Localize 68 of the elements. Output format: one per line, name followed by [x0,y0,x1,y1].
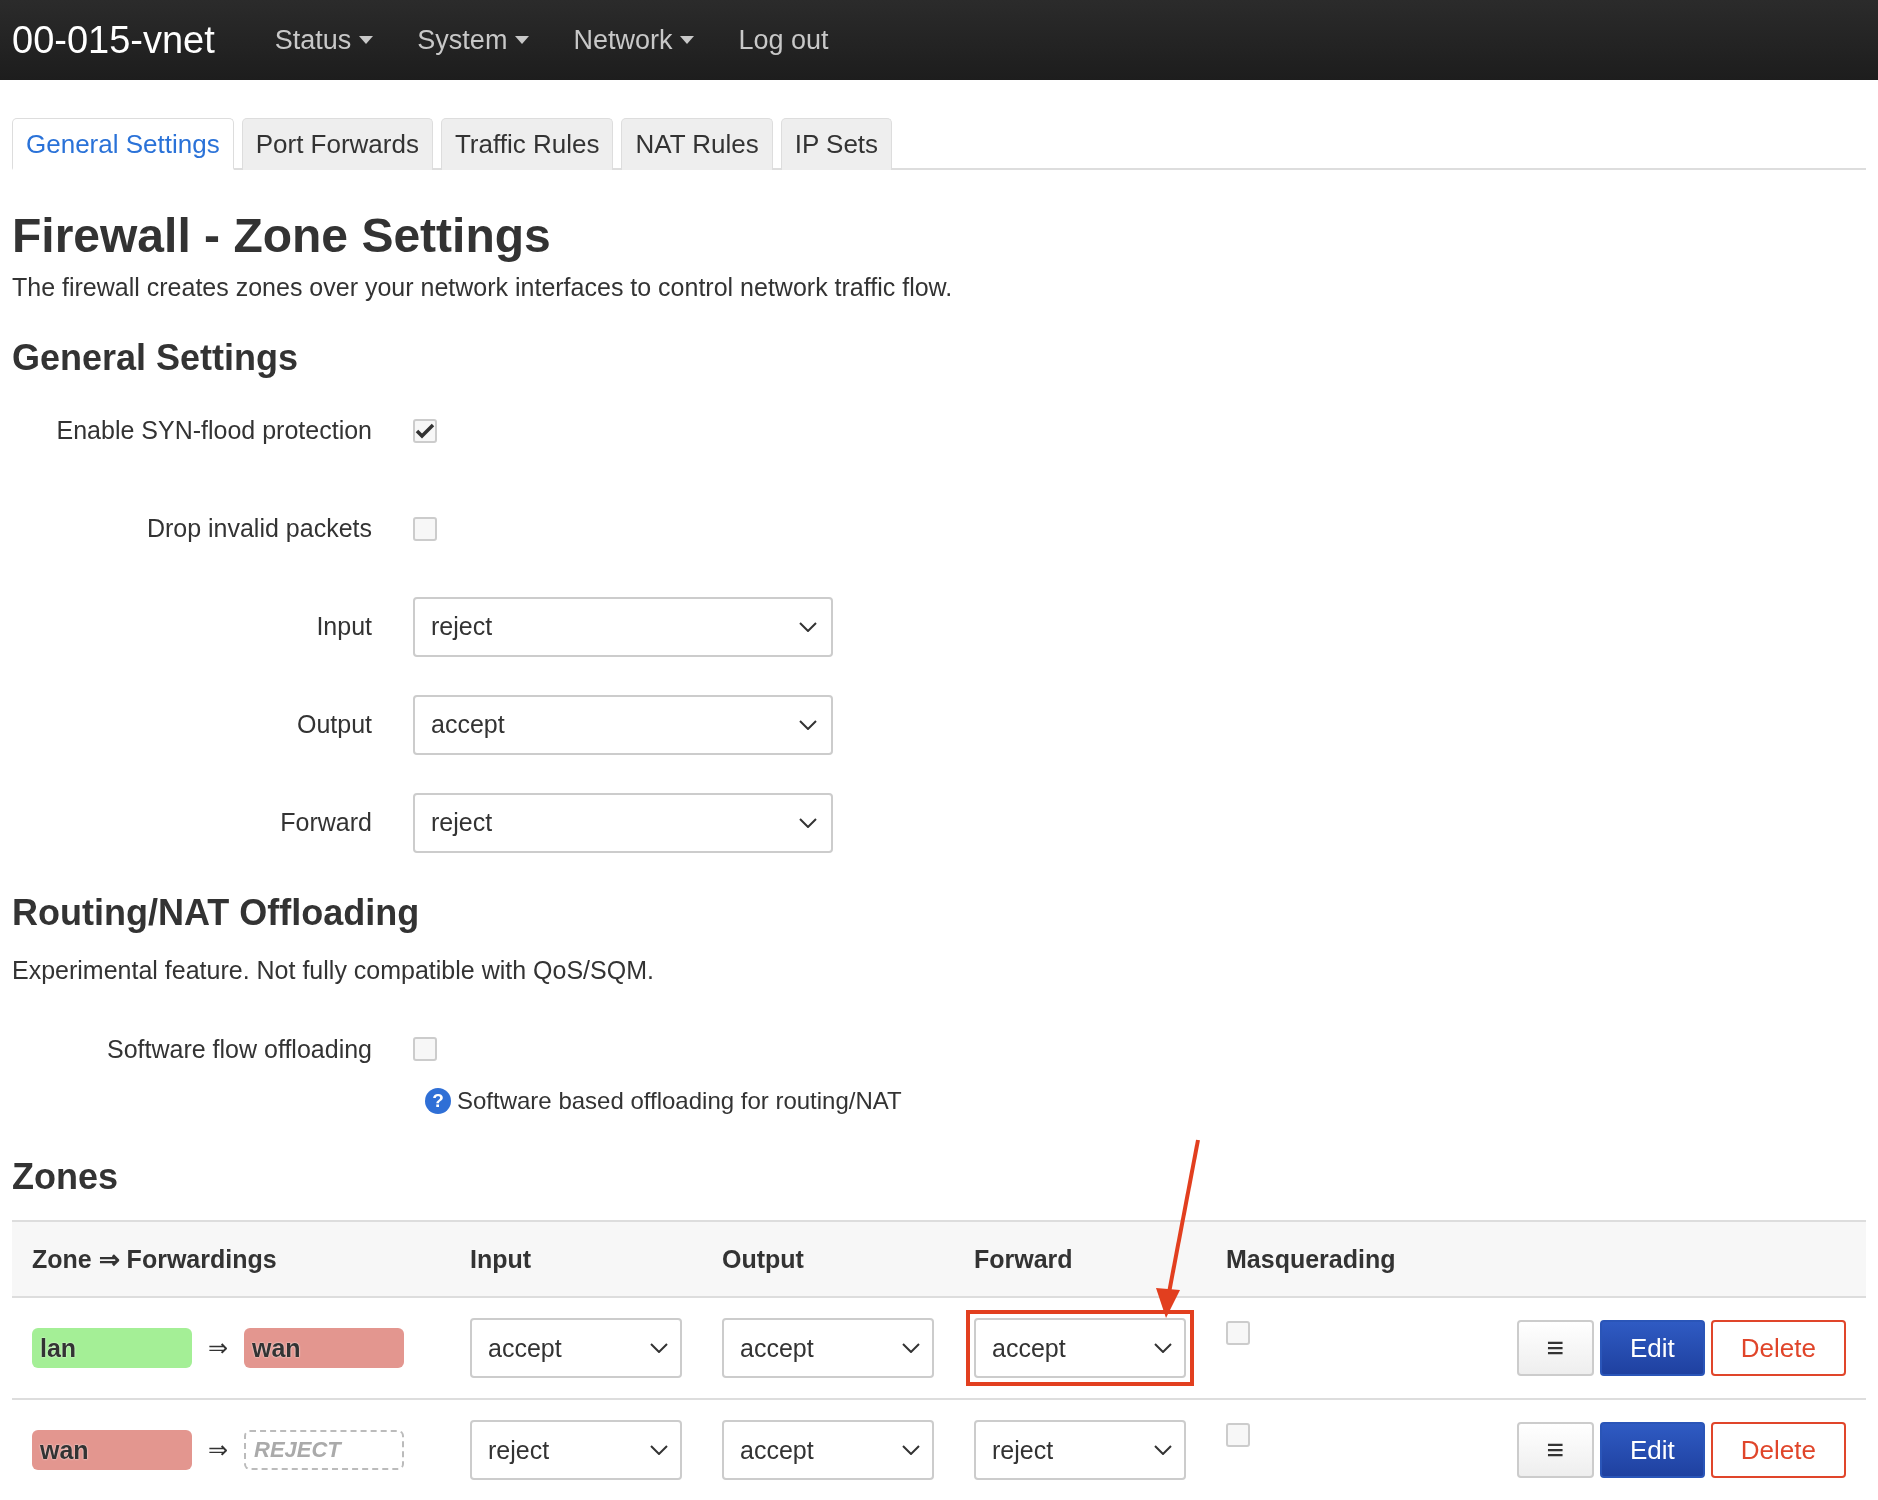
brand-name[interactable]: 00-015-vnet [12,18,215,62]
column-header: Input [469,1244,533,1274]
caret-icon [515,36,530,44]
chevron-down-icon [650,1343,668,1354]
nav-menu-item[interactable]: Log out [738,24,829,56]
field-label: Forward [279,808,372,838]
select-field[interactable]: reject [413,597,833,657]
chevron-down-icon [799,818,817,828]
policy-badge: REJECT [244,1430,404,1471]
tab[interactable]: General Settings [12,118,234,170]
section-heading: Zones [12,1155,119,1199]
select-field[interactable]: accept [470,1318,682,1379]
chevron-down-icon [902,1445,920,1456]
section-heading: Routing/NAT Offloading [12,891,421,935]
field-label: Drop invalid packets [145,514,372,544]
help-icon: ? [425,1088,451,1115]
column-header: Forward [973,1244,1074,1274]
chevron-down-icon [799,720,817,730]
page-title: Firewall - Zone Settings [12,210,552,263]
forward-arrow: ⇒ [208,1334,228,1363]
delete-button[interactable]: Delete [1710,1320,1846,1377]
chevron-down-icon [650,1445,668,1456]
field-label: Enable SYN-flood protection [55,416,372,446]
checkbox[interactable] [413,1037,437,1062]
caret-icon [680,36,695,44]
nav-menu-item[interactable]: Status [274,24,374,56]
section-heading: General Settings [12,335,300,379]
select-field[interactable]: accept [722,1318,934,1379]
tab[interactable]: Traffic Rules [440,118,614,170]
select-field[interactable]: accept [974,1318,1186,1379]
help-text: Software based offloading for routing/NAT [457,1087,902,1116]
edit-button[interactable]: Edit [1600,1320,1705,1377]
chevron-down-icon [902,1343,920,1354]
checkbox[interactable] [413,419,437,443]
menu-button[interactable]: ≡ [1516,1422,1595,1479]
caret-icon [359,36,374,44]
field-label: Input [315,612,372,642]
delete-button[interactable]: Delete [1710,1422,1846,1479]
nav-menu-item[interactable]: Network [573,24,695,56]
select-field[interactable]: reject [413,793,833,853]
chevron-down-icon [1154,1445,1172,1456]
select-field[interactable]: reject [974,1420,1186,1481]
forward-arrow: ⇒ [208,1436,228,1465]
checkbox[interactable] [1226,1321,1250,1346]
column-header: Masquerading [1225,1244,1397,1274]
tab[interactable]: Port Forwards [241,118,433,170]
menu-button[interactable]: ≡ [1516,1320,1595,1377]
section-description: Experimental feature. Not fully compatible with QoS/SQM. [12,956,655,986]
checkbox[interactable] [1226,1423,1250,1448]
column-header: Zone ⇒ Forwardings [31,1244,278,1274]
zone-badge: wan [244,1328,404,1369]
checkmark-icon [415,422,435,440]
nav-menu-item[interactable]: System [417,24,530,56]
select-field[interactable]: accept [722,1420,934,1481]
column-header: Output [721,1244,805,1274]
chevron-down-icon [799,622,817,632]
select-field[interactable]: reject [470,1420,682,1481]
page-description: The firewall creates zones over your network interfaces to control network traffic flow. [12,272,954,302]
tab[interactable]: NAT Rules [621,118,773,170]
select-field[interactable]: accept [413,695,833,755]
zone-badge: wan [32,1430,192,1471]
field-label: Software flow offloading [106,1034,372,1064]
edit-button[interactable]: Edit [1600,1422,1705,1479]
field-label: Output [295,710,372,740]
tab[interactable]: IP Sets [780,118,893,170]
zone-badge: lan [32,1328,192,1369]
checkbox[interactable] [413,517,437,541]
chevron-down-icon [1154,1343,1172,1354]
